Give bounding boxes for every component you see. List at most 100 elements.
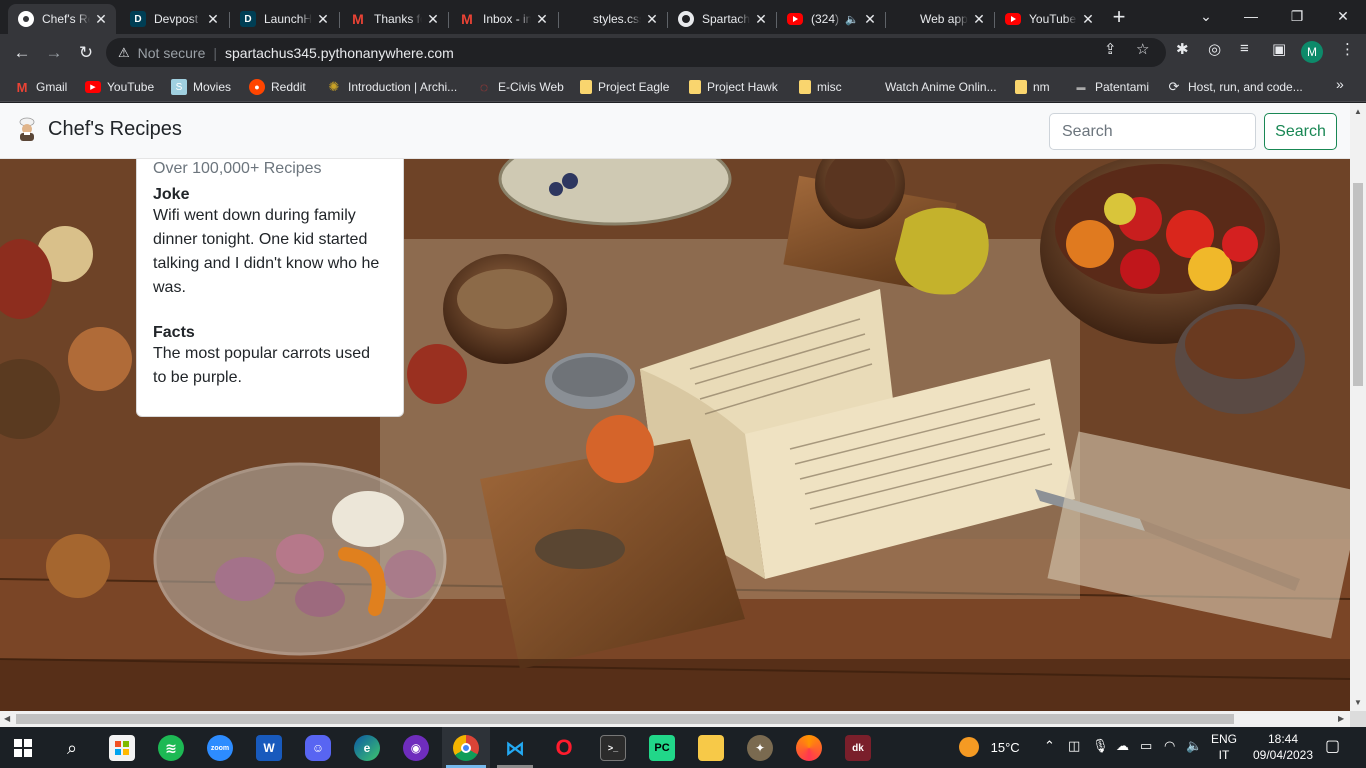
close-icon[interactable]: ✕ [972,12,986,26]
bookmark-patentami[interactable]: ▬ Patentami [1073,77,1150,97]
tray-chevron-icon[interactable]: ⌃ [1044,738,1055,754]
bookmark-host-run-code[interactable]: ⟳ Host, run, and code... [1166,77,1303,97]
kebab-menu-icon[interactable]: ⋮ [1340,40,1355,58]
more-bookmarks-icon[interactable]: » [1336,76,1344,92]
bookmark-nm[interactable]: nm [1015,77,1050,97]
bookmark-star-icon[interactable]: ☆ [1136,40,1149,58]
bookmark-gmail[interactable]: M Gmail [14,77,68,97]
media-control-icon[interactable]: ≡ [1240,40,1249,57]
bookmark-ecivis[interactable]: ◌ E-Civis Web [476,77,564,97]
new-tab-button[interactable]: + [1108,6,1130,29]
search-input[interactable] [1049,113,1256,150]
minimize-button[interactable]: — [1228,0,1274,32]
share-icon[interactable]: ⇪ [1104,40,1117,58]
url-text[interactable]: spartachus345.pythonanywhere.com [225,45,454,61]
extension-icon[interactable]: ◎ [1208,40,1221,58]
side-panel-icon[interactable]: ▣ [1272,40,1286,58]
tab-web-app[interactable]: Web app ✕ [886,4,994,34]
security-label[interactable]: Not secure [138,45,206,61]
clock[interactable]: 18:44 09/04/2023 [1249,731,1317,763]
close-icon[interactable]: ✕ [863,12,877,26]
scroll-right-icon[interactable]: ▶ [1338,714,1344,723]
edge-icon[interactable]: e [354,735,380,761]
speaker-icon[interactable]: 🔈 [845,13,859,26]
spotify-icon[interactable]: ≋ [158,735,184,761]
tab-devpost[interactable]: D Devpost ✕ [120,4,228,34]
scroll-left-icon[interactable]: ◀ [4,714,10,723]
warning-icon[interactable]: ⚠ [118,45,130,61]
movies-icon: S [171,79,187,95]
windows-start-icon[interactable] [10,735,36,761]
vertical-scroll-thumb[interactable] [1353,183,1363,386]
tab-launchhacks[interactable]: D LaunchHacks ✕ [230,4,338,34]
vertical-scrollbar[interactable]: ▲ ▼ [1350,103,1366,711]
close-icon[interactable]: ✕ [206,12,220,26]
vscode-icon[interactable]: ⋈ [502,735,528,761]
site-brand[interactable]: Chef's Recipes [16,117,182,141]
bookmark-watch-anime[interactable]: Watch Anime Onlin... [863,77,997,97]
tab-styles-css[interactable]: styles.css ✕ [559,4,667,34]
microsoft-store-icon[interactable] [109,735,135,761]
tab-youtube-playing[interactable]: (324) 🔈 ✕ [777,4,885,34]
bookmark-movies[interactable]: S Movies [171,77,231,97]
close-icon[interactable]: ✕ [316,12,330,26]
word-icon[interactable]: W [256,735,282,761]
bookmark-misc[interactable]: misc [799,77,842,97]
onedrive-icon[interactable]: ☁ [1116,738,1129,754]
search-button[interactable]: Search [1264,113,1337,150]
microphone-icon[interactable]: 🎙 [1092,738,1109,754]
bookmark-introduction[interactable]: ✺ Introduction | Archi... [326,77,458,97]
search-icon[interactable]: ⌕ [59,735,85,761]
tab-inbox[interactable]: M Inbox - in ✕ [449,4,557,34]
close-window-button[interactable]: ✕ [1320,0,1366,32]
close-icon[interactable]: ✕ [754,12,768,26]
file-explorer-icon[interactable] [698,735,724,761]
tab-search-button[interactable]: ⌄ [1183,0,1229,32]
discord-icon[interactable]: ☺ [305,735,331,761]
profile-avatar[interactable]: M [1301,41,1323,63]
app-icon[interactable]: dk [845,735,871,761]
tab-youtube[interactable]: YouTube ✕ [995,4,1103,34]
tab-chefs-recipes[interactable]: Chef's Recipes ✕ [8,4,116,34]
opera-icon[interactable]: O [551,735,577,761]
camera-icon[interactable]: ◫ [1068,738,1080,754]
reload-button[interactable]: ↻ [74,41,98,65]
close-icon[interactable]: ✕ [94,12,108,26]
horizontal-scroll-thumb[interactable] [16,714,1234,724]
bookmark-label: Project Eagle [598,80,670,94]
horizontal-scrollbar[interactable]: ◀ ▶ [0,711,1350,727]
firefox-icon[interactable] [796,735,822,761]
bookmark-reddit[interactable]: ● Reddit [249,77,306,97]
close-icon[interactable]: ✕ [426,12,440,26]
battery-icon[interactable]: ▭ [1140,738,1152,754]
terminal-icon[interactable]: >_ [600,735,626,761]
weather-widget[interactable]: 15°C [959,737,1020,757]
tab-thanks[interactable]: M Thanks for ✕ [340,4,448,34]
bookmark-youtube[interactable]: ▶ YouTube [85,77,154,97]
bookmark-project-hawk[interactable]: Project Hawk [689,77,778,97]
tab-spartachus[interactable]: Spartachus ✕ [668,4,776,34]
maximize-button[interactable]: ❐ [1274,0,1320,32]
volume-icon[interactable]: 🔈 [1186,738,1202,754]
game-icon[interactable]: ✦ [747,735,773,761]
extensions-icon[interactable]: ✱ [1176,40,1189,58]
scroll-up-icon[interactable]: ▲ [1354,107,1362,116]
close-icon[interactable]: ✕ [645,12,659,26]
chrome-taskbar-icon[interactable] [453,735,479,761]
podcast-icon[interactable]: ◉ [403,735,429,761]
bookmark-project-eagle[interactable]: Project Eagle [580,77,669,97]
zoom-icon[interactable]: zoom [207,735,233,761]
address-bar[interactable]: ⚠ Not secure | spartachus345.pythonanywh… [106,38,1166,67]
forward-button[interactable]: → [42,41,66,65]
back-button[interactable]: ← [10,41,34,65]
scroll-down-icon[interactable]: ▼ [1354,698,1362,707]
notification-icon[interactable]: ▢ [1325,736,1340,756]
close-icon[interactable]: ✕ [535,12,549,26]
chef-logo-icon [16,117,38,141]
pycharm-icon[interactable]: PC [649,735,675,761]
wifi-icon[interactable]: ◠ [1164,738,1175,754]
youtube-icon [787,13,803,25]
pythonanywhere-icon [896,11,912,27]
language-indicator[interactable]: ENG IT [1210,731,1238,763]
close-icon[interactable]: ✕ [1081,12,1095,26]
